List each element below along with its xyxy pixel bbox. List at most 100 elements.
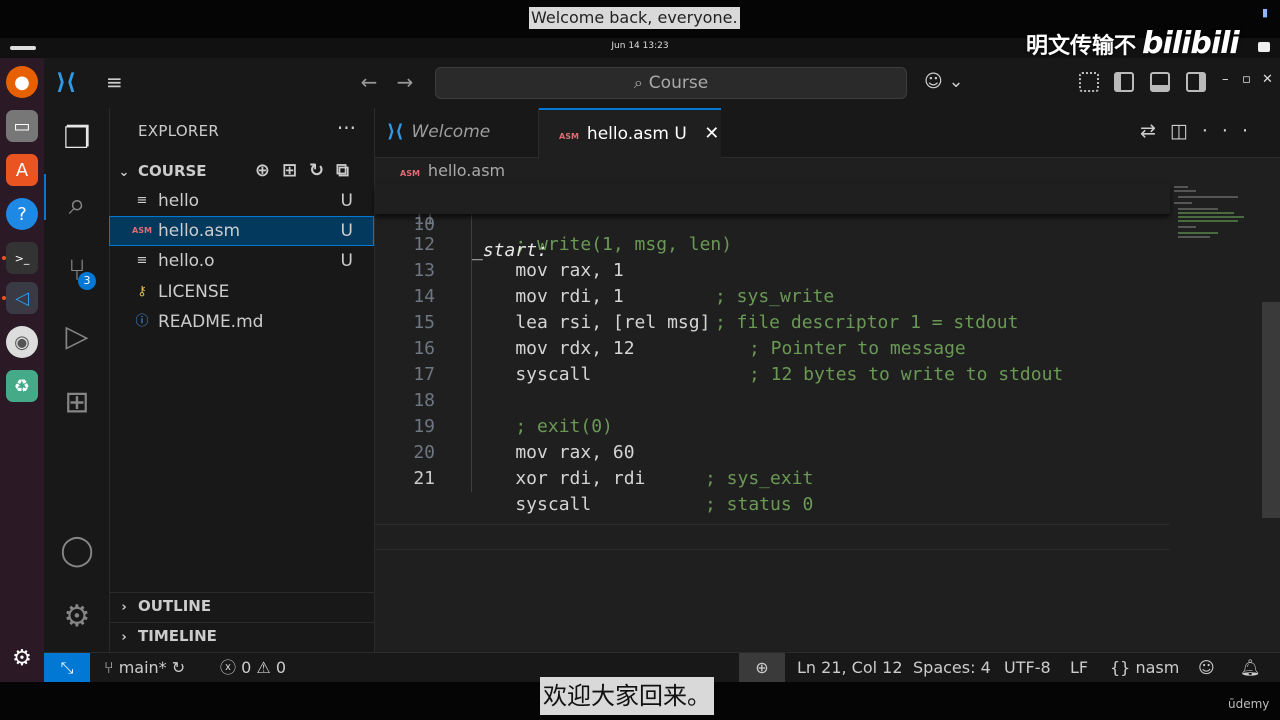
toggle-secondary-sidebar-icon[interactable] [1186, 72, 1206, 92]
minimap-line [1178, 212, 1234, 214]
code-line: 16 syscall [375, 310, 1170, 385]
zoom-icon[interactable]: ⊕ [739, 653, 785, 682]
refresh-icon[interactable]: ↻ [309, 160, 336, 181]
info-icon: ⓘ [135, 314, 149, 329]
customize-layout-icon[interactable] [1079, 72, 1099, 92]
branch-name: main* [118, 658, 167, 677]
eol-status[interactable]: LF [1070, 653, 1088, 682]
search-text: Course [648, 73, 709, 93]
sticky-scroll-header[interactable]: 10 _start: [375, 184, 1170, 261]
language-mode[interactable]: {} nasm [1110, 653, 1179, 682]
file-name: hello.o [158, 251, 215, 271]
menu-icon[interactable]: ≡ [106, 72, 130, 92]
open-changes-icon[interactable]: ⇄ [1140, 120, 1170, 142]
notifications-bell-icon[interactable]: 🔔︎ [1240, 653, 1260, 682]
settings-gear-icon[interactable]: ⚙ [58, 598, 96, 636]
line-comment: ; status 0 [705, 494, 814, 515]
chevron-right-icon: › [121, 600, 127, 615]
problems-status[interactable]: ⓧ 0 ⚠ 0 [220, 653, 286, 682]
account-icon[interactable]: ◯ [58, 532, 96, 570]
file-item-hello-o[interactable]: ≡ hello.o U [110, 247, 373, 275]
firefox-icon[interactable]: ● [6, 66, 38, 98]
editor-actions: ⇄◫··· [1140, 120, 1262, 142]
outline-section-header[interactable]: › OUTLINE [110, 592, 375, 618]
git-status: U [340, 251, 353, 271]
cursor-position[interactable]: Ln 21, Col 12 [797, 653, 903, 682]
close-window-icon[interactable]: ✕ [1262, 72, 1273, 87]
activity-bar: ❐ ⌕ ⑂ 3 ▷ ⊞ ◯ ⚙ [44, 108, 110, 652]
extensions-icon[interactable]: ⊞ [58, 384, 96, 422]
outline-label: OUTLINE [138, 597, 212, 615]
timeline-section-header[interactable]: › TIMELINE [110, 622, 375, 648]
close-tab-icon[interactable]: ✕ [704, 123, 719, 144]
course-folder-header[interactable]: ⌄ COURSE ⊕⊞↻⧉ [110, 158, 375, 184]
copilot-status-icon[interactable]: ☺ [1198, 653, 1215, 682]
encoding-status[interactable]: UTF-8 [1004, 653, 1051, 682]
license-key-icon: ⚷ [137, 284, 147, 299]
split-editor-icon[interactable]: ◫ [1170, 120, 1202, 142]
terminal-icon[interactable]: >_ [6, 242, 38, 274]
git-status: U [340, 191, 353, 211]
minimap-line [1178, 236, 1210, 238]
new-folder-icon[interactable]: ⊞ [282, 160, 309, 181]
more-actions-icon[interactable]: ··· [337, 116, 356, 140]
file-name: LICENSE [158, 282, 230, 302]
git-status: U [340, 221, 353, 241]
help-icon[interactable]: ? [6, 198, 38, 230]
breadcrumb-file[interactable]: hello.asm [428, 161, 505, 180]
minimap-line [1174, 202, 1192, 204]
forward-arrow-icon[interactable]: → [394, 70, 416, 94]
back-arrow-icon[interactable]: ← [358, 70, 380, 94]
code-line: 19 mov rax, 60 ; sys_exit [375, 388, 1170, 489]
explorer-icon[interactable]: ❐ [58, 120, 96, 158]
chevron-down-icon: ⌄ [118, 165, 130, 180]
command-center-search[interactable]: ⌕ Course [435, 67, 907, 99]
toggle-sidebar-icon[interactable] [1114, 72, 1134, 92]
file-item-license[interactable]: ⚷ LICENSE [110, 278, 373, 306]
editor-tabs: ⟩⟨ Welcome ASM hello.asm U ✕ ⇄◫··· [375, 108, 1280, 158]
trash-icon[interactable]: ♻ [6, 370, 38, 402]
file-item-hello-asm[interactable]: ASM hello.asm U [109, 216, 374, 246]
vertical-scrollbar[interactable] [1262, 302, 1280, 518]
tab-label: Welcome [411, 122, 491, 142]
corner-icon: ▮ [1262, 6, 1269, 19]
search-view-icon[interactable]: ⌕ [58, 186, 96, 224]
chevron-right-icon: › [121, 630, 127, 645]
indentation-status[interactable]: Spaces: 4 [913, 653, 991, 682]
line-number: 10 [413, 214, 435, 235]
udemy-logo: ūdemy [1228, 697, 1270, 711]
file-name: hello.asm [158, 221, 241, 241]
code-line: 15 mov rdx, 12 ; 12 bytes to write to st… [375, 284, 1170, 385]
tab-welcome[interactable]: ⟩⟨ Welcome [375, 108, 539, 158]
vscode-dock-icon[interactable]: ◁ [6, 282, 38, 314]
branch-status[interactable]: ⑂ main* ↻ [104, 653, 185, 682]
asm-file-icon: ASM [400, 169, 420, 178]
file-item-readme[interactable]: ⓘ README.md [110, 308, 373, 336]
disc-icon[interactable]: ◉ [6, 326, 38, 358]
file-item-hello[interactable]: ≡ hello U [110, 187, 373, 215]
new-file-icon[interactable]: ⊕ [255, 160, 282, 181]
collapse-all-icon[interactable]: ⧉ [336, 160, 361, 181]
more-actions-icon[interactable]: ··· [1202, 120, 1262, 142]
toggle-panel-icon[interactable] [1150, 72, 1170, 92]
line-code: xor rdi, rdi [472, 468, 646, 489]
system-tray-icon[interactable] [1258, 42, 1270, 52]
remote-indicator-icon[interactable]: ⤡ [44, 653, 90, 682]
tab-hello-asm[interactable]: ASM hello.asm U ✕ [539, 108, 721, 158]
app-center-icon[interactable]: A [6, 154, 38, 186]
bilibili-watermark: 明文传输不 bilibili [1026, 26, 1240, 61]
minimap-line [1178, 220, 1238, 222]
show-apps-icon[interactable]: ⚙ [10, 646, 34, 671]
explorer-title: EXPLORER [138, 122, 220, 140]
code-line: 20 xor rdi, rdi ; status 0 [375, 414, 1170, 515]
code-line: 17 [375, 336, 1170, 385]
sync-icon[interactable]: ↻ [172, 658, 185, 677]
maximize-icon[interactable]: ▫ [1242, 72, 1251, 87]
breadcrumb: ASM hello.asm [375, 158, 1280, 184]
copilot-icon[interactable]: ☺ ⌄ [924, 71, 964, 92]
files-icon[interactable]: ▭ [6, 110, 38, 142]
run-debug-icon[interactable]: ▷ [58, 318, 96, 356]
minimap-line [1174, 186, 1188, 188]
minimize-icon[interactable]: – [1222, 72, 1229, 87]
subtitle-top: Welcome back, everyone. [529, 7, 740, 29]
